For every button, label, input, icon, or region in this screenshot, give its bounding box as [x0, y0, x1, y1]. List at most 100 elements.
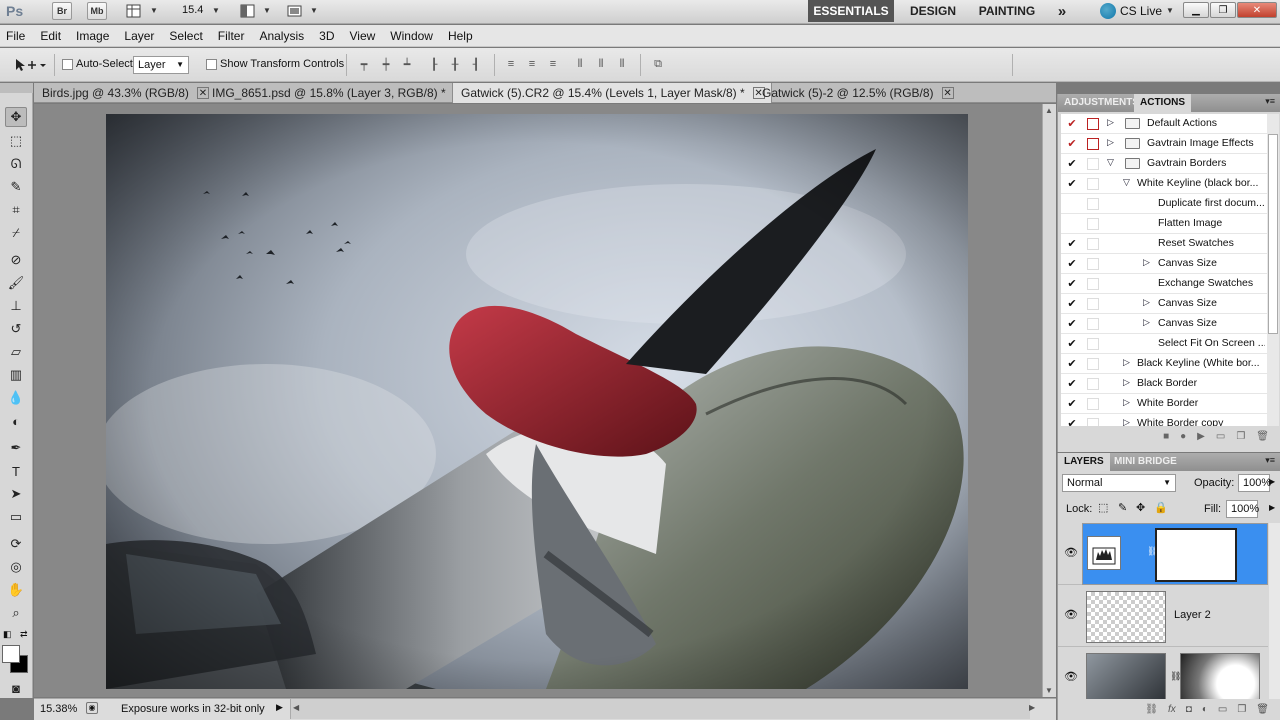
layer-visibility-cell[interactable]: 👁 — [1058, 647, 1082, 699]
menu-layer[interactable]: Layer — [118, 29, 163, 43]
document-image[interactable] — [106, 114, 968, 689]
zoom-level[interactable]: 15.4 — [182, 4, 203, 16]
toggle-item-checkbox[interactable]: ✔ — [1066, 378, 1078, 390]
toggle-item-checkbox[interactable]: ✔ — [1066, 398, 1078, 410]
blur-tool-icon[interactable]: 💧 — [5, 388, 27, 408]
new-group-icon[interactable]: ▭ — [1218, 704, 1227, 715]
more-workspaces-button[interactable]: » — [1050, 0, 1074, 22]
scrollbar-thumb[interactable] — [1268, 134, 1278, 334]
close-button[interactable]: ✕ — [1237, 2, 1277, 18]
layer-row-adjustment[interactable]: ⛓ — [1082, 523, 1268, 585]
move-tool-icon[interactable]: ✥ — [5, 107, 27, 127]
tab-adjustments[interactable]: ADJUSTMENTS — [1058, 94, 1145, 112]
workspace-essentials[interactable]: ESSENTIALS — [808, 0, 894, 22]
scroll-left-icon[interactable]: ◀ — [293, 703, 299, 712]
dialog-toggle-icon[interactable] — [1087, 158, 1099, 170]
type-tool-icon[interactable]: T — [5, 461, 27, 481]
menu-analysis[interactable]: Analysis — [253, 29, 313, 43]
toggle-item-checkbox[interactable]: ✔ — [1066, 318, 1078, 330]
opacity-arrow-icon[interactable]: ▶ — [1269, 477, 1275, 486]
toggle-item-checkbox[interactable]: ✔ — [1066, 238, 1078, 250]
menu-file[interactable]: File — [0, 29, 34, 43]
distribute-left-icon[interactable]: ⦀ — [572, 57, 588, 71]
dialog-toggle-icon[interactable] — [1087, 138, 1099, 150]
tab-img-8651[interactable]: IMG_8651.psd @ 15.8% (Layer 3, RGB/8) * … — [204, 83, 472, 103]
layer-visibility-cell[interactable]: 👁 — [1058, 585, 1082, 647]
adjustment-layer-icon[interactable]: ◐ — [1202, 704, 1208, 715]
toggle-item-checkbox[interactable]: ✔ — [1066, 178, 1078, 190]
close-icon[interactable]: ✕ — [941, 87, 954, 99]
launch-mini-bridge-button[interactable]: Mb — [87, 2, 107, 20]
expand-triangle-icon[interactable]: ▷ — [1123, 417, 1130, 426]
menu-edit[interactable]: Edit — [34, 29, 70, 43]
status-menu-arrow-icon[interactable]: ▶ — [276, 702, 283, 713]
lock-transparent-icon[interactable]: ⬚ — [1098, 501, 1108, 514]
menu-3d[interactable]: 3D — [313, 29, 343, 43]
lock-all-icon[interactable]: 🔒 — [1154, 501, 1168, 514]
layer-visibility-cell[interactable]: 👁 — [1058, 523, 1082, 585]
menu-image[interactable]: Image — [70, 29, 118, 43]
layer-style-icon[interactable]: fx — [1168, 704, 1176, 715]
toggle-item-checkbox[interactable]: ✔ — [1066, 138, 1078, 150]
tab-actions[interactable]: ACTIONS — [1134, 94, 1191, 112]
dialog-toggle-icon[interactable] — [1087, 238, 1099, 250]
tab-gatwick-5-2[interactable]: Gatwick (5)-2 @ 12.5% (RGB/8) ✕ — [754, 83, 960, 103]
distribute-horizontal-centers-icon[interactable]: ⦀ — [593, 57, 609, 71]
tab-birds[interactable]: Birds.jpg @ 43.3% (RGB/8) ✕ — [34, 83, 215, 103]
action-row[interactable]: ✔ ▷ Canvas Size — [1061, 254, 1267, 274]
menu-view[interactable]: View — [343, 29, 384, 43]
canvas-vertical-scrollbar[interactable]: ▲ ▼ — [1042, 104, 1056, 697]
canvas-area[interactable] — [34, 104, 1042, 697]
minimize-button[interactable]: ▁ — [1183, 2, 1209, 18]
action-row[interactable]: ✔ ▷ White Border — [1061, 394, 1267, 414]
view-extras-button[interactable] — [124, 2, 144, 20]
blend-mode-dropdown[interactable]: Normal ▼ — [1062, 474, 1176, 492]
expand-triangle-icon[interactable]: ▷ — [1123, 357, 1130, 368]
toggle-item-checkbox[interactable] — [1066, 198, 1078, 210]
align-top-icon[interactable]: ┯ — [356, 57, 372, 71]
toggle-item-checkbox[interactable]: ✔ — [1066, 158, 1078, 170]
expand-triangle-icon[interactable]: ▷ — [1123, 397, 1130, 408]
swap-colors-icon[interactable]: ⇄ — [20, 629, 28, 640]
link-layers-icon[interactable]: ⛓ — [1145, 704, 1158, 715]
dialog-toggle-icon[interactable] — [1087, 398, 1099, 410]
workspace-painting[interactable]: PAINTING — [972, 0, 1042, 22]
action-row[interactable]: ✔ ▷ White Border copy — [1061, 414, 1267, 426]
layer-mask-thumbnail[interactable] — [1180, 653, 1260, 699]
quick-selection-tool-icon[interactable]: ✎ — [5, 177, 27, 197]
pen-tool-icon[interactable]: ✒ — [5, 438, 27, 458]
default-colors-icon[interactable]: ◧ — [3, 629, 12, 640]
dialog-toggle-icon[interactable] — [1087, 118, 1099, 130]
scroll-up-icon[interactable]: ▲ — [1045, 106, 1053, 115]
new-set-icon[interactable]: ▭ — [1216, 431, 1225, 442]
canvas-horizontal-scrollbar[interactable] — [290, 699, 1030, 719]
action-row[interactable]: ✔ ▷ Default Actions — [1061, 114, 1267, 134]
action-row[interactable]: ✔ ▷ Gavtrain Image Effects — [1061, 134, 1267, 154]
toggle-item-checkbox[interactable] — [1066, 218, 1078, 230]
toggle-item-checkbox[interactable]: ✔ — [1066, 418, 1078, 426]
3d-orbit-tool-icon[interactable]: ◎ — [5, 557, 27, 577]
spot-healing-brush-tool-icon[interactable]: ⊘ — [5, 250, 27, 270]
toggle-item-checkbox[interactable]: ✔ — [1066, 258, 1078, 270]
expand-triangle-icon[interactable]: ▷ — [1143, 297, 1150, 308]
action-row[interactable]: ✔ ▷ Black Border — [1061, 374, 1267, 394]
eraser-tool-icon[interactable]: ▱ — [5, 342, 27, 362]
dialog-toggle-icon[interactable] — [1087, 318, 1099, 330]
rectangle-tool-icon[interactable]: ▭ — [5, 507, 27, 527]
auto-select-checkbox[interactable] — [62, 59, 73, 70]
expand-triangle-icon[interactable]: ▷ — [1143, 317, 1150, 328]
dialog-toggle-icon[interactable] — [1087, 278, 1099, 290]
menu-help[interactable]: Help — [442, 29, 482, 43]
brush-tool-icon[interactable]: 🖌 — [5, 273, 27, 293]
trash-icon[interactable]: 🗑 — [1256, 704, 1269, 715]
lock-position-icon[interactable]: ✥ — [1136, 501, 1145, 514]
distribute-top-icon[interactable]: ≡ — [503, 57, 519, 71]
status-info-icon[interactable]: ◉ — [86, 702, 98, 714]
tab-layers[interactable]: LAYERS — [1058, 453, 1110, 471]
rectangular-marquee-tool-icon[interactable]: ⬚ — [5, 131, 27, 151]
fill-arrow-icon[interactable]: ▶ — [1269, 503, 1275, 512]
history-brush-tool-icon[interactable]: ↺ — [5, 319, 27, 339]
tools-panel-header[interactable] — [0, 83, 33, 93]
hand-tool-icon[interactable]: ✋ — [5, 580, 27, 600]
3d-rotate-tool-icon[interactable]: ⟳ — [5, 534, 27, 554]
